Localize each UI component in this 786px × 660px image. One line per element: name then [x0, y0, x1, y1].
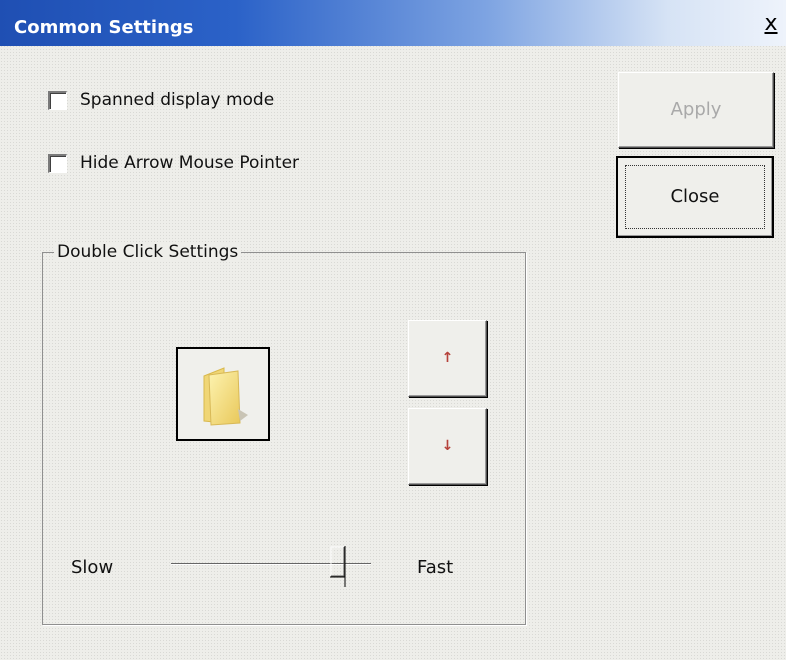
title-bar: Common Settings [0, 0, 786, 46]
close-button[interactable]: Close [616, 156, 774, 238]
spanned-display-mode-label: Spanned display mode [80, 90, 275, 110]
decrease-speed-button[interactable]: ↓ [408, 408, 487, 485]
hide-arrow-pointer-label: Hide Arrow Mouse Pointer [80, 153, 300, 173]
window-title: Common Settings [14, 17, 194, 38]
folder-icon [203, 367, 248, 426]
spanned-display-mode-option[interactable]: Spanned display mode [48, 90, 274, 110]
down-arrow-icon: ↓ [441, 438, 454, 454]
focus-rectangle [625, 165, 765, 229]
increase-speed-button[interactable]: ↑ [408, 320, 487, 397]
apply-button[interactable]: Apply [618, 72, 774, 148]
window-close-button[interactable]: x [760, 12, 782, 36]
hide-arrow-pointer-option[interactable]: Hide Arrow Mouse Pointer [48, 153, 299, 173]
slider-thumb[interactable] [330, 546, 346, 588]
double-click-settings-title: Double Click Settings [54, 242, 242, 262]
hide-arrow-pointer-checkbox[interactable] [48, 153, 67, 173]
slow-label: Slow [71, 557, 114, 578]
spanned-display-mode-checkbox[interactable] [48, 90, 67, 110]
double-click-test-area[interactable] [176, 347, 270, 441]
up-arrow-icon: ↑ [441, 350, 454, 366]
fast-label: Fast [417, 557, 454, 578]
